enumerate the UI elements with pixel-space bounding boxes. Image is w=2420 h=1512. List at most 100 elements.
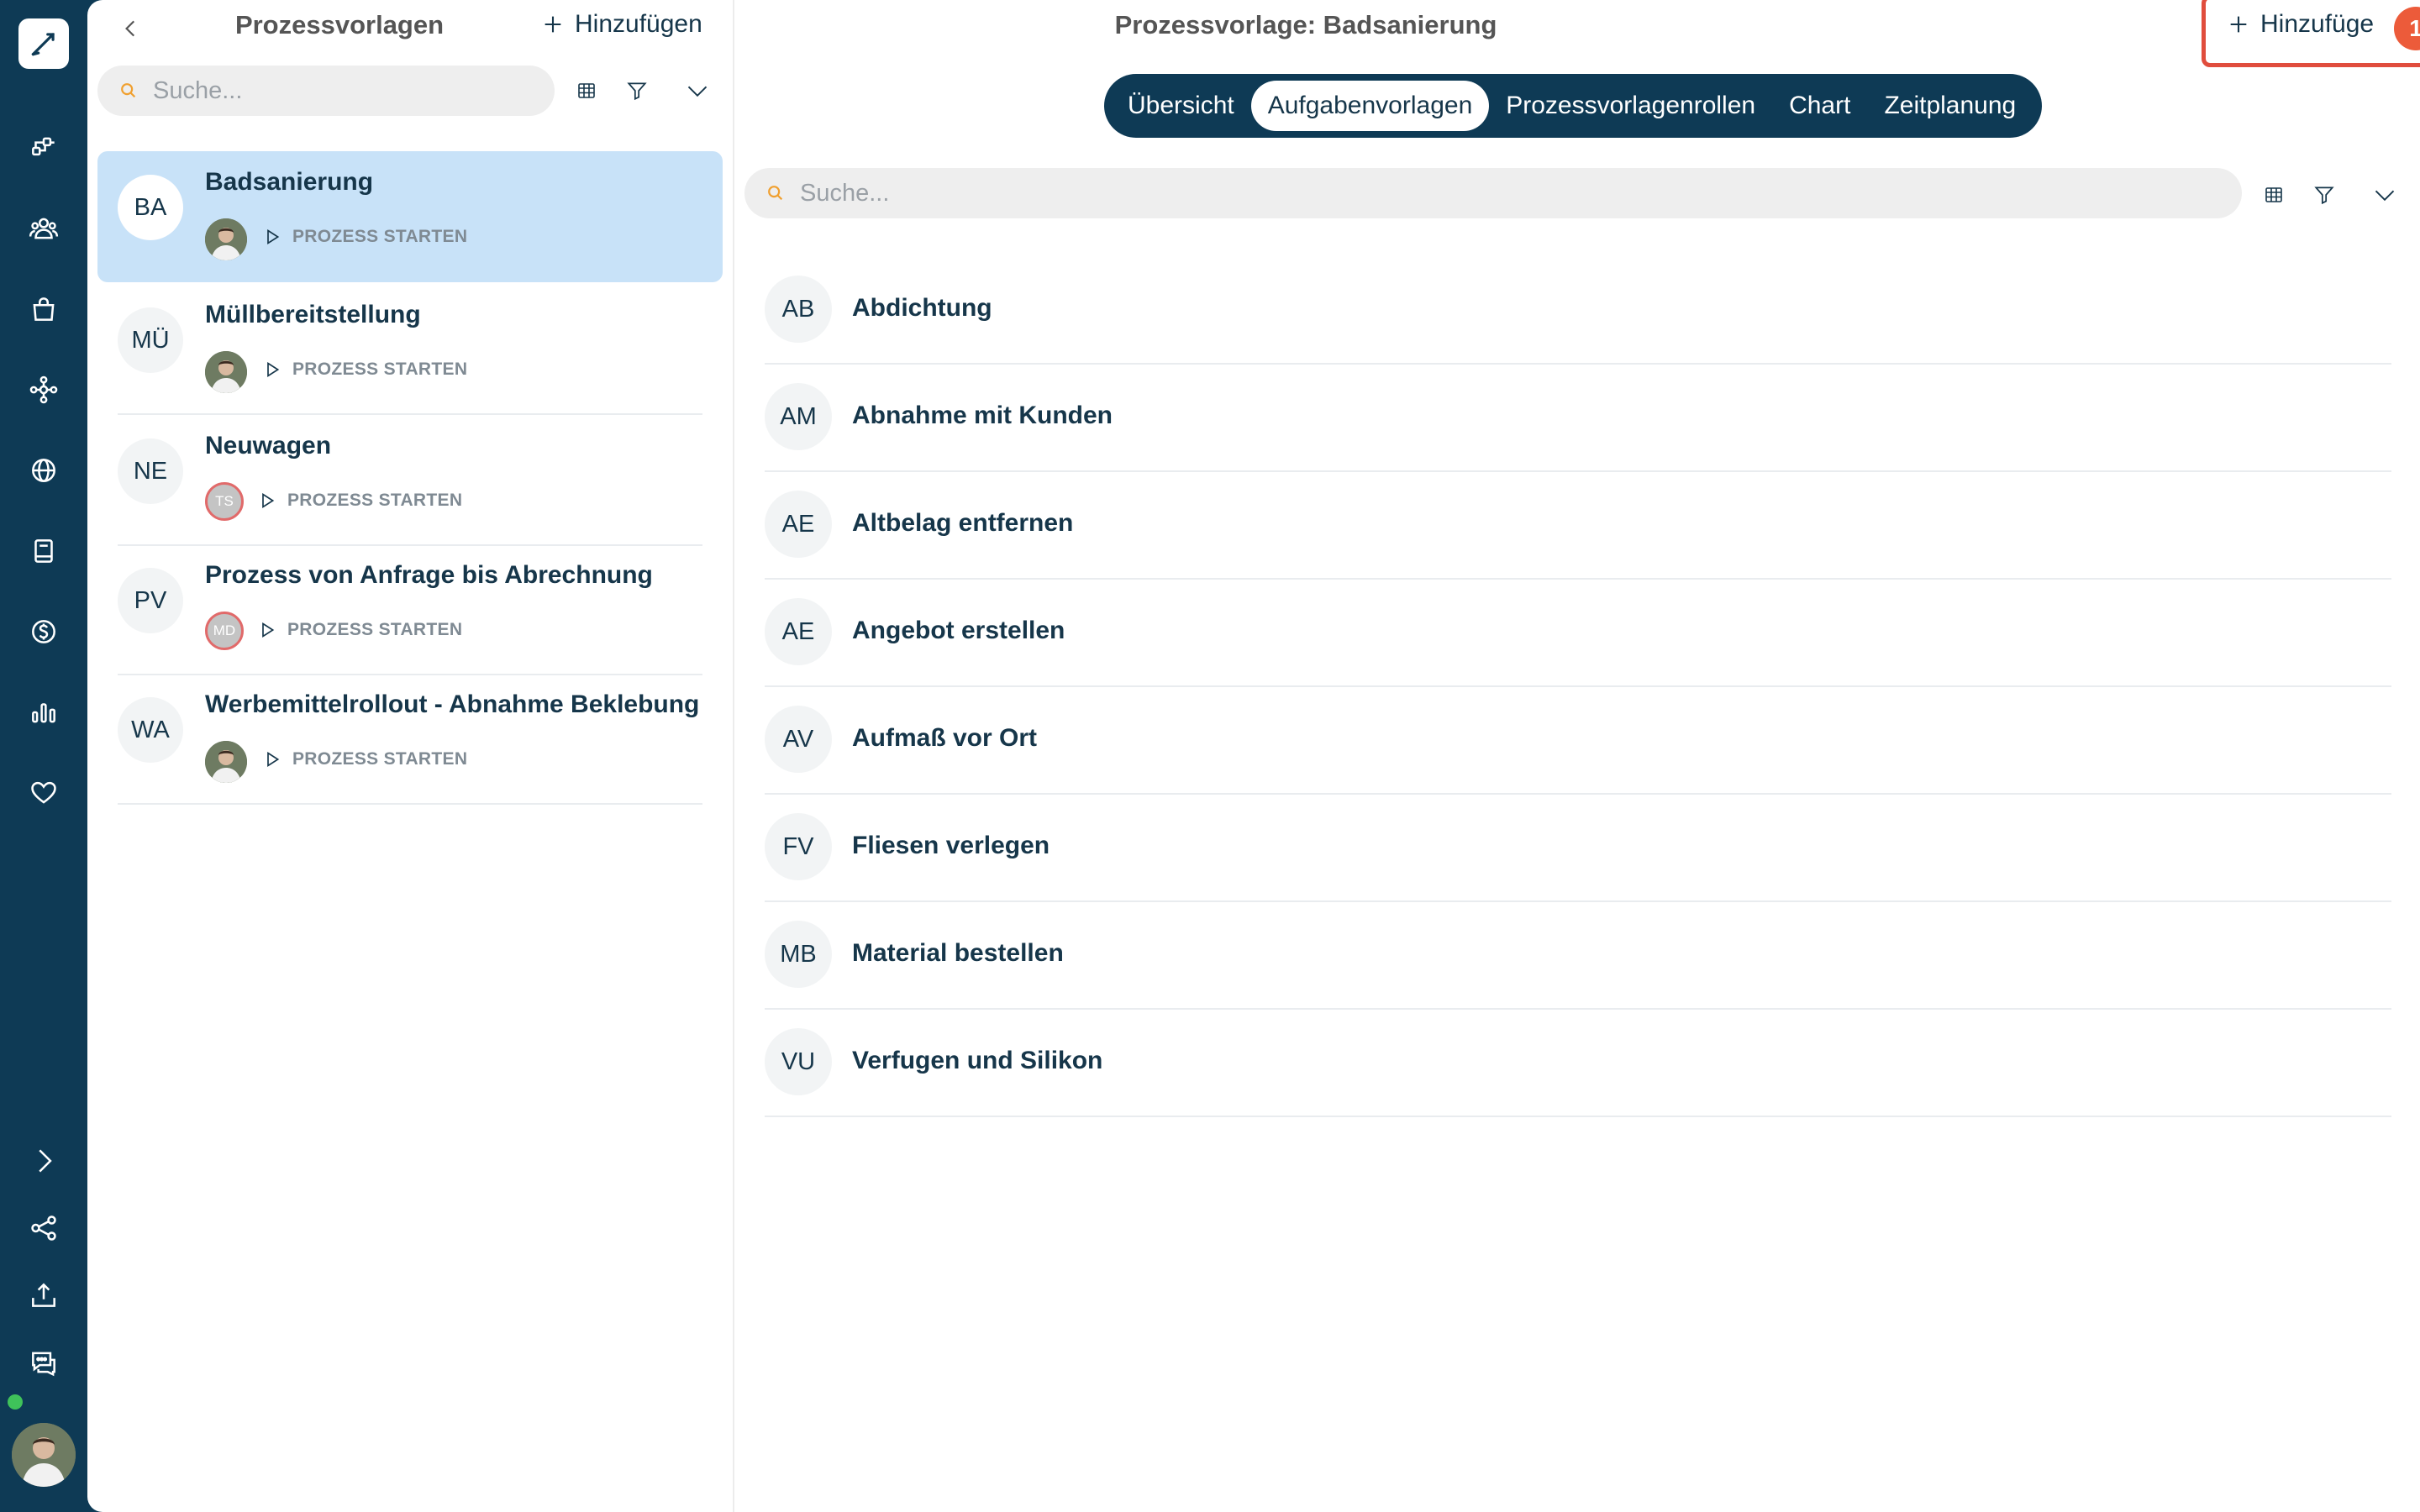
book-icon[interactable] [22,529,66,573]
chevron-right-icon[interactable] [22,1139,66,1183]
add-task-template-label: Hinzufüge [2260,10,2375,38]
tab-bar: Übersicht Aufgabenvorlagen Prozessvorlag… [1104,74,2042,138]
task-label: Material bestellen [852,939,1064,967]
tab-scheduling[interactable]: Zeitplanung [1867,81,2033,131]
start-process-link[interactable]: PROZESS STARTEN [264,749,467,769]
team-icon[interactable] [22,207,66,250]
app-content: Prozessvorlagen Hinzufügen BA Badsanieru… [87,0,2420,1512]
initials-badge: VU [765,1028,832,1095]
plus-icon [2230,16,2247,33]
template-title: Werbemittelrollout - Abnahme Beklebung [205,690,700,718]
search-icon [121,83,136,98]
initials-badge: MÜ [118,307,183,373]
search-icon [768,186,783,201]
start-process-label: PROZESS STARTEN [292,749,468,769]
avatar: MD [205,612,244,650]
avatar: TS [205,482,244,521]
initials-badge: BA [118,175,183,240]
filter-icon[interactable] [620,74,654,108]
initials-badge: AE [765,598,832,665]
list-item[interactable]: PV Prozess von Anfrage bis Abrechnung MD… [97,544,723,675]
initials-badge: NE [118,438,183,504]
share-icon[interactable] [22,1206,66,1250]
template-title: Müllbereitstellung [205,301,421,328]
add-task-template-button[interactable]: Hinzufüge [2227,10,2374,39]
bar-chart-icon[interactable] [22,690,66,734]
chevron-down-icon[interactable] [681,74,714,108]
upload-icon[interactable] [22,1273,66,1317]
divider [765,1116,2391,1117]
task-label: Abdichtung [852,294,992,322]
task-label: Aufmaß vor Ort [852,724,1038,752]
filter-icon[interactable] [2307,178,2341,212]
start-process-link[interactable]: PROZESS STARTEN [259,620,462,640]
initials-badge: PV [118,568,183,633]
task-label: Fliesen verlegen [852,832,1050,859]
template-search[interactable] [97,66,555,116]
table-row[interactable]: AE Angebot erstellen [765,580,2391,687]
tab-process-template-roles[interactable]: Prozessvorlagenrollen [1489,81,1772,131]
initials-badge: AE [765,491,832,558]
table-row[interactable]: AM Abnahme mit Kunden [765,365,2391,472]
start-process-link[interactable]: PROZESS STARTEN [259,491,462,511]
list-item[interactable]: MÜ Müllbereitstellung PROZESS STARTEN [97,284,723,415]
avatar [205,351,247,393]
play-icon [267,361,280,378]
table-row[interactable]: FV Fliesen verlegen [765,795,2391,902]
table-row[interactable]: AE Altbelag entfernen [765,472,2391,580]
table-row[interactable]: MB Material bestellen [765,902,2391,1010]
start-process-label: PROZESS STARTEN [287,620,463,639]
table-view-icon[interactable] [570,74,603,108]
search-input[interactable] [151,76,521,106]
task-label: Verfugen und Silikon [852,1047,1103,1074]
play-icon [262,492,275,509]
task-label: Abnahme mit Kunden [852,402,1113,429]
nav-rail [0,0,87,1512]
table-row[interactable]: AB Abdichtung [765,257,2391,365]
divider [118,803,702,805]
pen-icon[interactable] [18,18,69,69]
avatar [205,218,247,260]
network-icon[interactable] [22,368,66,412]
shopping-bag-icon[interactable] [22,287,66,331]
list-item[interactable]: WA Werbemittelrollout - Abnahme Beklebun… [97,674,723,805]
avatar[interactable] [12,1423,76,1487]
list-item[interactable]: NE Neuwagen TS PROZESS STARTEN [97,415,723,546]
template-title: Badsanierung [205,168,374,196]
initials-badge: AM [765,383,832,450]
add-template-label: Hinzufügen [575,10,702,38]
back-button[interactable] [114,12,148,45]
tab-chart[interactable]: Chart [1772,81,1867,131]
template-title: Neuwagen [205,432,332,459]
start-process-label: PROZESS STARTEN [287,491,463,510]
chevron-down-icon[interactable] [2368,178,2402,212]
template-title: Prozess von Anfrage bis Abrechnung [205,561,653,589]
table-row[interactable]: VU Verfugen und Silikon [765,1010,2391,1117]
start-process-label: PROZESS STARTEN [292,227,468,246]
tab-task-templates[interactable]: Aufgabenvorlagen [1250,81,1490,131]
table-view-icon[interactable] [2257,178,2291,212]
avatar [205,741,247,783]
process-flow-icon[interactable] [22,126,66,170]
page-title: Prozessvorlagen [234,10,445,39]
start-process-label: PROZESS STARTEN [292,360,468,379]
globe-icon[interactable] [22,449,66,492]
task-search[interactable] [744,168,2242,218]
heart-icon[interactable] [22,771,66,815]
play-icon [262,622,275,638]
initials-badge: FV [765,813,832,880]
dollar-icon[interactable] [22,610,66,654]
table-row[interactable]: AV Aufmaß vor Ort [765,687,2391,795]
detail-title: Prozessvorlage: Badsanierung [1114,10,1497,39]
add-template-button[interactable]: Hinzufügen [541,10,702,39]
list-item[interactable]: BA Badsanierung PROZESS STARTEN [97,151,723,282]
chat-icon[interactable] [22,1341,66,1384]
initials-badge: MB [765,921,832,988]
task-label: Altbelag entfernen [852,509,1074,537]
tab-overview[interactable]: Übersicht [1111,81,1251,131]
initials-badge: WA [118,697,183,763]
plus-icon [544,16,561,33]
search-input[interactable] [798,178,2000,208]
start-process-link[interactable]: PROZESS STARTEN [264,227,467,247]
start-process-link[interactable]: PROZESS STARTEN [264,360,467,380]
